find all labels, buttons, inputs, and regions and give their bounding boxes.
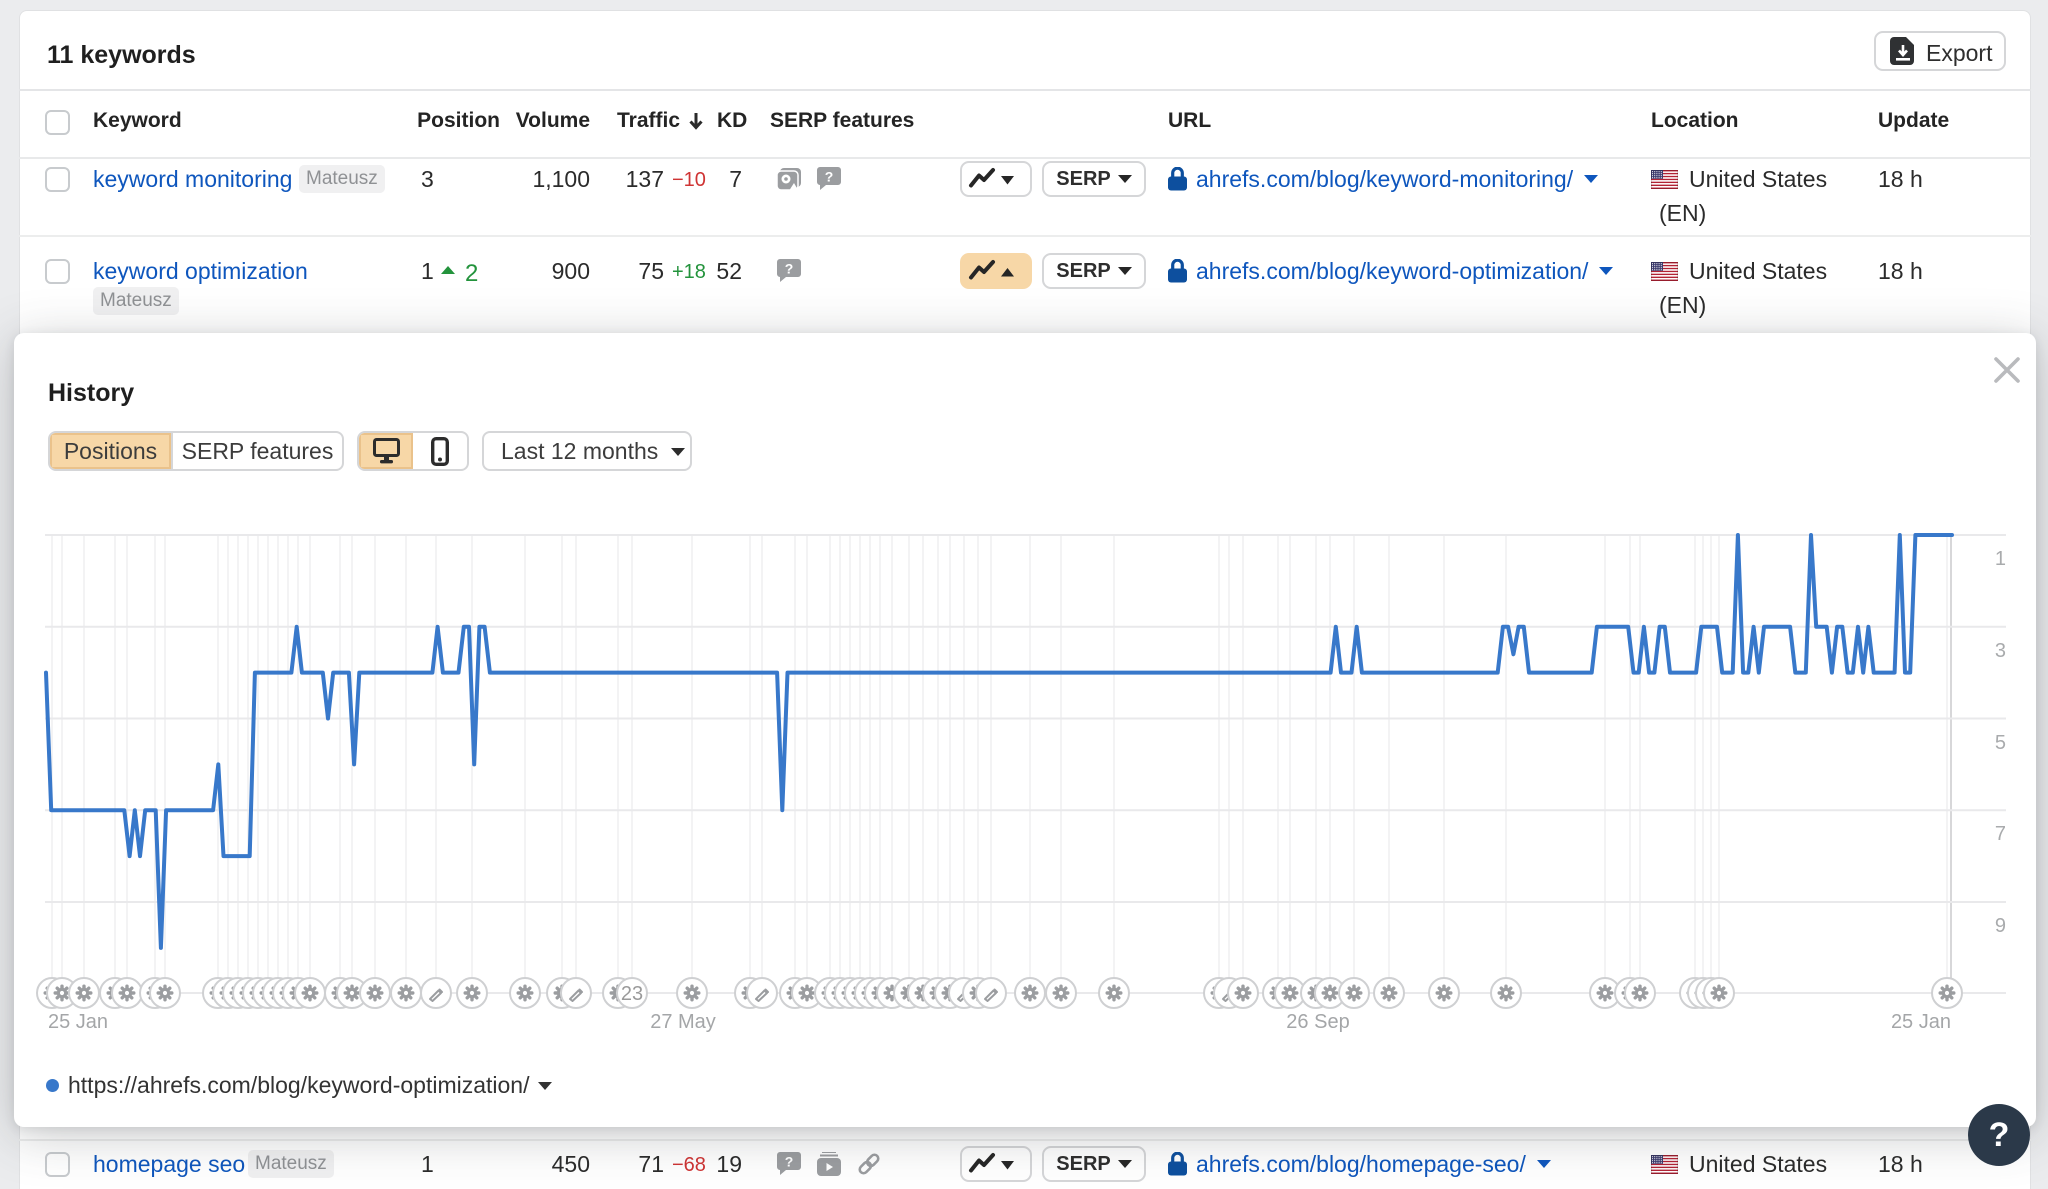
svg-text:7: 7 [1995, 823, 2006, 845]
svg-text:3: 3 [1995, 640, 2006, 662]
svg-text:26 Sep: 26 Sep [1286, 1011, 1349, 1033]
svg-text:23: 23 [621, 983, 643, 1005]
svg-text:1: 1 [1995, 548, 2006, 570]
svg-text:9: 9 [1995, 915, 2006, 937]
svg-text:25 Jan: 25 Jan [1891, 1011, 1951, 1033]
svg-text:25 Jan: 25 Jan [48, 1011, 108, 1033]
svg-text:27 May: 27 May [650, 1011, 716, 1033]
svg-text:?: ? [785, 1154, 794, 1170]
svg-text:5: 5 [1995, 732, 2006, 754]
svg-text:?: ? [785, 261, 794, 277]
svg-text:?: ? [825, 169, 834, 185]
